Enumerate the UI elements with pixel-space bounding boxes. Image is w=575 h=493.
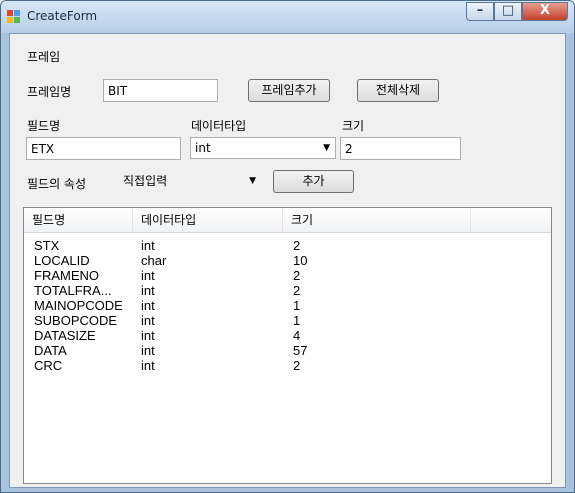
- cell-data-type: int: [141, 238, 155, 253]
- size-input[interactable]: [340, 137, 461, 160]
- cell-data-type: int: [141, 343, 155, 358]
- table-row[interactable]: MAINOPCODE int 1: [24, 298, 551, 314]
- cell-field-name: DATASIZE: [34, 328, 96, 343]
- close-button[interactable]: X: [522, 2, 568, 21]
- column-header-field-name[interactable]: 필드명: [24, 208, 133, 232]
- field-name-input[interactable]: [26, 137, 181, 160]
- size-label: 크기: [342, 119, 365, 133]
- cell-size: 4: [293, 328, 301, 343]
- cell-data-type: int: [141, 268, 155, 283]
- table-row[interactable]: STX int 2: [24, 238, 551, 254]
- cell-field-name: LOCALID: [34, 253, 90, 268]
- title-bar[interactable]: CreateForm – □ X: [1, 1, 574, 33]
- table-row[interactable]: FRAMENO int 2: [24, 268, 551, 284]
- data-type-label: 데이터타입: [191, 119, 247, 133]
- cell-data-type: int: [141, 313, 155, 328]
- maximize-button[interactable]: □: [494, 2, 522, 21]
- cell-size: 10: [293, 253, 308, 268]
- cell-size: 1: [293, 298, 301, 313]
- minimize-icon: –: [476, 3, 484, 18]
- cell-data-type: int: [141, 298, 155, 313]
- cell-field-name: DATA: [34, 343, 67, 358]
- cell-data-type: char: [141, 253, 167, 268]
- table-row[interactable]: CRC int 2: [24, 358, 551, 374]
- add-button[interactable]: 추가: [273, 170, 354, 193]
- field-list-view[interactable]: 필드명 데이터타입 크기 STX int 2 LOCALID char 10 FRAMENO…: [23, 207, 552, 484]
- cell-field-name: STX: [34, 238, 60, 253]
- table-row[interactable]: SUBOPCODE int 1: [24, 313, 551, 329]
- cell-size: 57: [293, 343, 308, 358]
- table-row[interactable]: DATASIZE int 4: [24, 328, 551, 344]
- cell-data-type: int: [141, 328, 155, 343]
- close-icon: X: [539, 3, 551, 18]
- cell-size: 2: [293, 268, 301, 283]
- frame-name-label: 프레임명: [27, 85, 72, 99]
- column-header-empty: [471, 208, 551, 232]
- cell-data-type: int: [141, 358, 155, 373]
- minimize-button[interactable]: –: [466, 2, 494, 21]
- cell-data-type: int: [141, 283, 155, 298]
- maximize-icon: □: [501, 3, 515, 18]
- column-header-size[interactable]: 크기: [283, 208, 471, 232]
- table-row[interactable]: DATA int 57: [24, 343, 551, 359]
- delete-all-button[interactable]: 전체삭제: [357, 79, 439, 102]
- data-type-value: int: [195, 141, 211, 155]
- app-form-icon: [7, 10, 21, 24]
- field-name-label: 필드명: [27, 119, 61, 133]
- table-row[interactable]: LOCALID char 10: [24, 253, 551, 269]
- frame-name-input[interactable]: [103, 79, 218, 102]
- cell-field-name: SUBOPCODE: [34, 313, 118, 328]
- list-header: 필드명 데이터타입 크기: [24, 208, 551, 233]
- add-frame-button[interactable]: 프레임추가: [248, 79, 330, 102]
- dropdown-arrow-icon: ▼: [323, 143, 330, 153]
- cell-size: 2: [293, 283, 301, 298]
- createform-window: CreateForm – □ X 프레임 프레임명 프레임추가 전체삭제 필드명…: [0, 0, 575, 493]
- cell-field-name: TOTALFRA...: [34, 283, 112, 298]
- form-client-area: 프레임 프레임명 프레임추가 전체삭제 필드명 데이터타입 크기 int ▼ 필…: [9, 33, 566, 488]
- window-title: CreateForm: [27, 9, 98, 23]
- cell-field-name: FRAMENO: [34, 268, 99, 283]
- cell-size: 2: [293, 238, 301, 253]
- field-attr-value: 직접입력: [123, 174, 168, 188]
- dropdown-arrow-icon: ▼: [249, 176, 256, 186]
- frame-group-label: 프레임: [27, 50, 61, 64]
- cell-size: 1: [293, 313, 301, 328]
- field-attr-select[interactable]: 직접입력 ▼: [119, 171, 261, 193]
- column-header-data-type[interactable]: 데이터타입: [133, 208, 283, 232]
- cell-field-name: MAINOPCODE: [34, 298, 123, 313]
- cell-size: 2: [293, 358, 301, 373]
- field-attr-label: 필드의 속성: [27, 177, 87, 191]
- table-row[interactable]: TOTALFRA... int 2: [24, 283, 551, 299]
- cell-field-name: CRC: [34, 358, 63, 373]
- data-type-select[interactable]: int ▼: [190, 137, 336, 159]
